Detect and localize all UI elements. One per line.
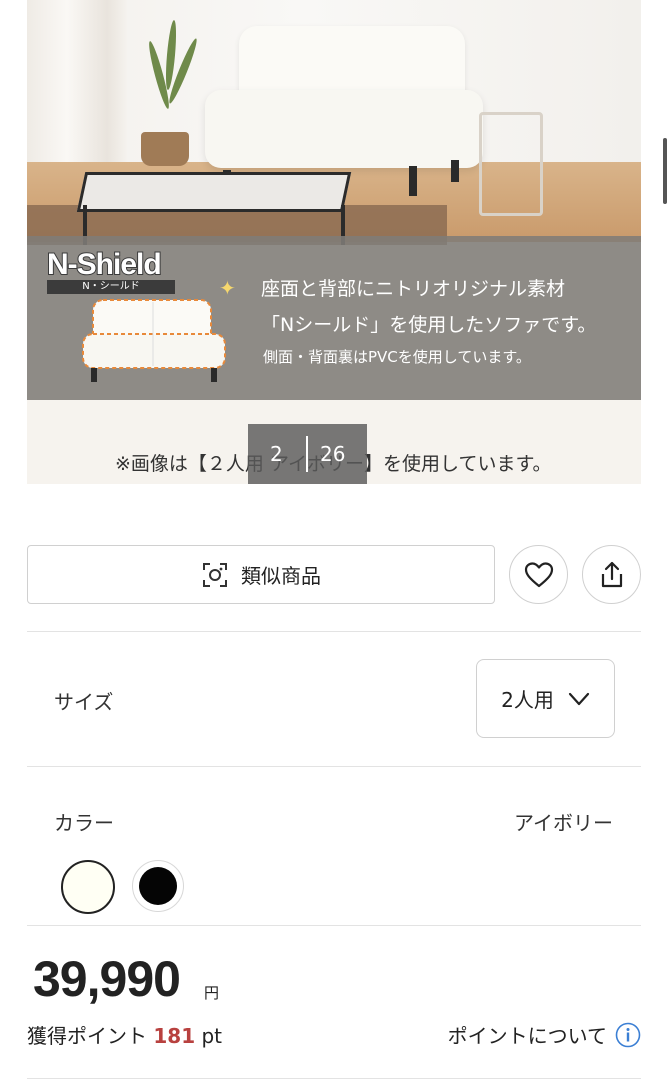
sparkle-icon: ✦ <box>219 276 236 300</box>
info-icon <box>615 1022 641 1047</box>
room-photo <box>27 0 641 245</box>
similar-products-button[interactable]: 類似商品 <box>27 545 495 604</box>
price-unit: 円 <box>204 984 220 1002</box>
points-prefix: 獲得ポイント <box>27 1024 147 1048</box>
divider <box>27 1078 641 1079</box>
divider <box>27 925 641 926</box>
favorite-button[interactable] <box>509 545 568 604</box>
divider <box>27 766 641 767</box>
n-shield-logo: N-Shield N・シールド <box>46 247 187 294</box>
points-value: 181 <box>153 1024 196 1048</box>
scrollbar[interactable] <box>663 138 667 204</box>
image-counter: 2 26 <box>248 424 367 484</box>
color-swatch-black[interactable] <box>132 860 184 912</box>
similar-products-label: 類似商品 <box>241 564 321 588</box>
size-label: サイズ <box>54 690 114 714</box>
counter-current: 2 <box>270 442 283 466</box>
camera-scan-icon <box>203 562 227 587</box>
color-selected-value: アイボリー <box>514 811 613 835</box>
size-select[interactable]: 2人用 <box>476 659 615 738</box>
banner-text-line-3: 側面・背面裏はPVCを使用しています。 <box>263 348 531 366</box>
n-shield-banner: N-Shield N・シールド ✦ 座面と背部にニトリオリジナル素材 「Nシール… <box>27 236 641 400</box>
size-selected-value: 2人用 <box>501 688 554 712</box>
counter-total: 26 <box>320 442 346 466</box>
sofa-illustration <box>82 299 226 382</box>
swatch-black-fill <box>139 867 177 905</box>
product-image-carousel[interactable]: N-Shield N・シールド ✦ 座面と背部にニトリオリジナル素材 「Nシール… <box>27 0 641 484</box>
share-icon <box>601 561 622 587</box>
banner-text-line-2: 「Nシールド」を使用したソファです。 <box>261 314 597 336</box>
about-points-link[interactable]: ポイントについて <box>448 1020 641 1049</box>
points-unit: pt <box>201 1024 223 1048</box>
banner-text-line-1: 座面と背部にニトリオリジナル素材 <box>261 278 566 300</box>
points-earned: 獲得ポイント 181 pt <box>27 1020 222 1049</box>
heart-icon <box>524 561 553 587</box>
color-label: カラー <box>54 811 114 835</box>
color-swatch-ivory[interactable] <box>61 860 115 914</box>
counter-separator <box>306 436 308 472</box>
share-button[interactable] <box>582 545 641 604</box>
divider <box>27 631 641 632</box>
about-points-label: ポイントについて <box>447 1024 607 1048</box>
price-amount: 39,990 <box>33 951 181 1007</box>
chevron-down-icon <box>568 692 589 705</box>
